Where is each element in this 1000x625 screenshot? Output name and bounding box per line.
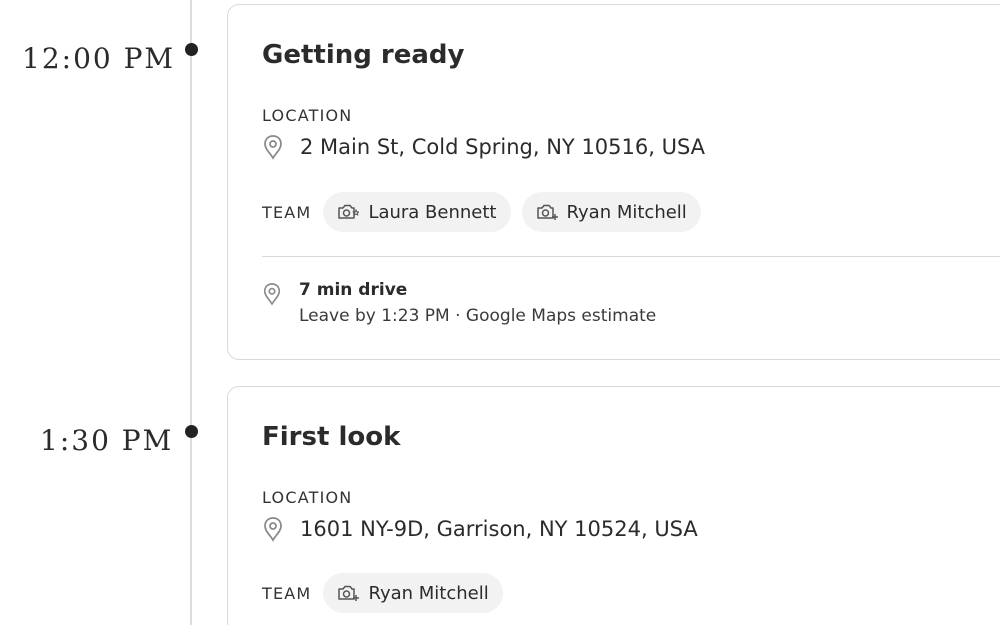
camera-plus-icon — [536, 204, 558, 220]
location-pin-icon — [264, 135, 282, 160]
location-label: LOCATION — [262, 488, 353, 507]
event-card-first-look[interactable]: First look LOCATION 1601 NY-9D, Garrison… — [227, 386, 1000, 625]
event-time: 12:00 PM — [22, 42, 176, 75]
event-title: First look — [262, 422, 401, 452]
timeline-dot — [185, 43, 198, 56]
timeline-dot — [185, 425, 198, 438]
drive-duration: 7 min drive — [299, 280, 408, 300]
team-row: TEAM Ryan Mitchell — [262, 572, 514, 614]
location-address: 2 Main St, Cold Spring, NY 10516, USA — [300, 135, 706, 159]
team-member-name: Ryan Mitchell — [566, 201, 687, 223]
drive-leave-by: Leave by 1:23 PM · Google Maps estimate — [299, 306, 657, 326]
location-label: LOCATION — [262, 106, 353, 125]
team-row: TEAM Laura Bennett Ryan Mitchell — [262, 191, 712, 233]
team-member-name: Ryan Mitchell — [368, 582, 489, 604]
location-row[interactable]: 2 Main St, Cold Spring, NY 10516, USA — [262, 132, 705, 162]
event-title: Getting ready — [262, 40, 465, 70]
team-label: TEAM — [262, 583, 312, 603]
location-address: 1601 NY-9D, Garrison, NY 10524, USA — [300, 517, 698, 541]
team-chip-laura-bennett[interactable]: Laura Bennett — [323, 192, 511, 232]
camera-plus-icon — [338, 585, 360, 601]
team-chip-ryan-mitchell[interactable]: Ryan Mitchell — [323, 573, 503, 613]
camera-star-icon — [338, 204, 360, 219]
team-label: TEAM — [262, 202, 312, 222]
drive-estimate: 7 min drive Leave by 1:23 PM · Google Ma… — [262, 279, 656, 331]
card-divider — [262, 256, 1000, 257]
team-member-name: Laura Bennett — [368, 201, 497, 223]
location-pin-icon — [264, 517, 282, 542]
team-chip-ryan-mitchell[interactable]: Ryan Mitchell — [521, 192, 701, 232]
timeline-line — [190, 0, 192, 625]
event-card-getting-ready[interactable]: Getting ready LOCATION 2 Main St, Cold S… — [227, 4, 1000, 360]
event-time: 1:30 PM — [40, 424, 174, 457]
location-pin-icon — [263, 283, 281, 306]
location-row[interactable]: 1601 NY-9D, Garrison, NY 10524, USA — [262, 514, 698, 544]
